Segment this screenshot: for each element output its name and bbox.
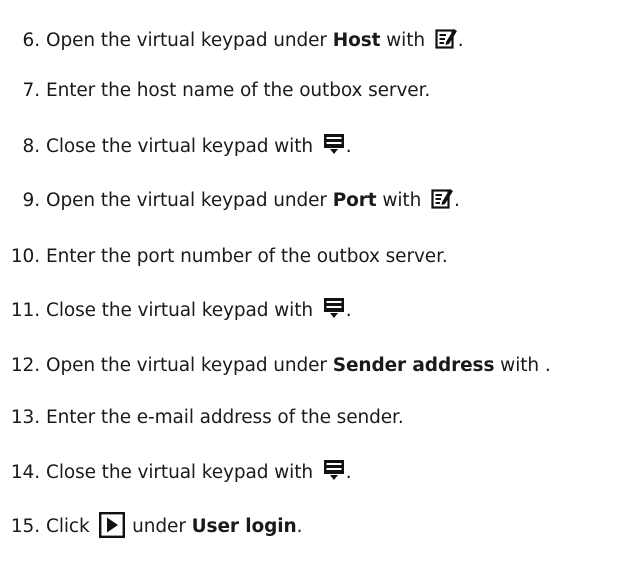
step-14: 14. Close the virtual keypad with . [0,440,352,484]
field-name: Host [332,30,381,51]
step-text: Click [46,516,96,537]
step-number: 9. [22,190,41,211]
step-number: 10. [10,246,40,267]
step-text: under [126,516,192,537]
step-text: Enter the e-mail address of the sender. [46,407,404,428]
step-text: Open the virtual keypad under [46,30,333,51]
step-13: 13. Enter the e-mail address of the send… [0,385,404,429]
play-icon [99,512,126,538]
step-text: Enter the host name of the outbox server… [46,80,431,101]
step-text: with [380,30,431,51]
field-name: User login [191,516,297,537]
step-number: 13. [10,407,40,428]
instruction-steps: 6. Open the virtual keypad under Host wi… [0,0,625,584]
step-number: 15. [10,516,40,537]
step-text: Close the virtual keypad with [46,136,319,157]
field-name: Sender address [332,355,495,376]
step-number: 7. [22,80,41,101]
edit-keypad-icon [435,27,457,49]
step-number: 14. [10,462,40,483]
step-text: Open the virtual keypad under [46,190,333,211]
step-text: with [494,355,545,376]
step-text: Open the virtual keypad under [46,355,333,376]
step-10: 10. Enter the port number of the outbox … [0,224,448,268]
step-8: 8. Close the virtual keypad with . [0,114,352,158]
step-text: Enter the port number of the outbox serv… [46,246,448,267]
close-keypad-icon [323,459,345,481]
edit-keypad-icon [431,187,453,209]
step-15: 15. Click under User login . [0,494,302,538]
step-9: 9. Open the virtual keypad under Port wi… [0,168,460,212]
step-6: 6. Open the virtual keypad under Host wi… [0,8,464,52]
step-text: Close the virtual keypad with [46,462,319,483]
step-number: 11. [10,300,40,321]
step-12: 12. Open the virtual keypad under Sender… [0,333,551,377]
step-7: 7. Enter the host name of the outbox ser… [0,58,431,102]
step-11: 11. Close the virtual keypad with . [0,278,352,322]
step-number: 12. [10,355,40,376]
step-text: with [376,190,427,211]
step-number: 6. [22,30,41,51]
step-text: Close the virtual keypad with [46,300,319,321]
step-number: 8. [22,136,41,157]
close-keypad-icon [323,297,345,319]
close-keypad-icon [323,133,345,155]
field-name: Port [332,190,377,211]
